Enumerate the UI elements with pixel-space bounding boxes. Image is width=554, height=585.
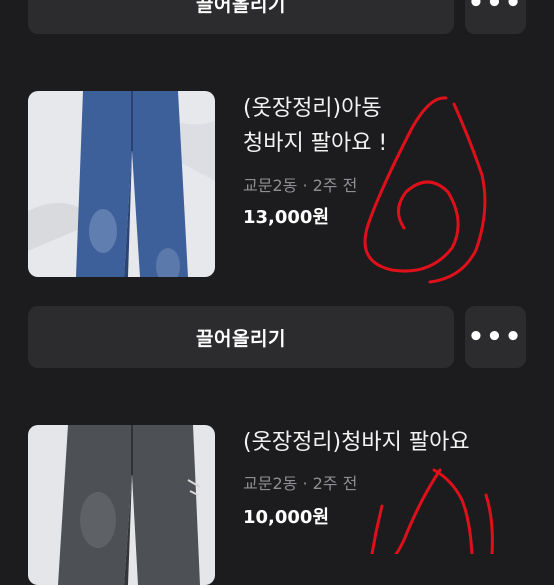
listing-location-2: 교문2동 bbox=[243, 474, 298, 493]
bump-button-top[interactable]: 끌어올리기 bbox=[28, 0, 454, 34]
meta-separator: · bbox=[302, 474, 308, 493]
listing-time-1: 2주 전 bbox=[312, 176, 358, 195]
jeans-photo-gray bbox=[28, 425, 215, 585]
bump-label: 끌어올리기 bbox=[196, 0, 286, 16]
annotation-number-2 bbox=[370, 504, 384, 554]
bump-button[interactable]: 끌어올리기 bbox=[28, 306, 454, 368]
more-button-top[interactable]: ••• bbox=[465, 0, 526, 34]
more-dots-icon: ••• bbox=[467, 322, 524, 352]
annotation-circle-1 bbox=[428, 102, 487, 284]
listing-price-1: 13,000원 bbox=[243, 207, 330, 228]
annotation-stroke-2 bbox=[394, 468, 442, 554]
annotation-circle-2b bbox=[484, 493, 494, 554]
more-button[interactable]: ••• bbox=[465, 306, 526, 368]
listing-meta-1: 교문2동 · 2주 전 bbox=[243, 172, 357, 196]
meta-separator: · bbox=[302, 176, 308, 195]
more-dots-icon: ••• bbox=[467, 0, 524, 18]
listing-title-1[interactable]: (옷장정리)아동 청바지 팔아요 ! bbox=[243, 91, 387, 161]
annotation-circle-2a bbox=[432, 468, 474, 554]
listing-location-1: 교문2동 bbox=[243, 176, 298, 195]
bump-label: 끌어올리기 bbox=[196, 327, 286, 350]
listing-price-2: 10,000원 bbox=[243, 507, 330, 528]
jeans-photo-blue bbox=[28, 91, 215, 277]
listing-time-2: 2주 전 bbox=[312, 474, 358, 493]
listing-title-2[interactable]: (옷장정리)청바지 팔아요 bbox=[243, 425, 470, 460]
listing-thumbnail-1[interactable] bbox=[28, 91, 215, 277]
listing-thumbnail-2[interactable] bbox=[28, 425, 215, 585]
listing-meta-2: 교문2동 · 2주 전 bbox=[243, 470, 357, 494]
